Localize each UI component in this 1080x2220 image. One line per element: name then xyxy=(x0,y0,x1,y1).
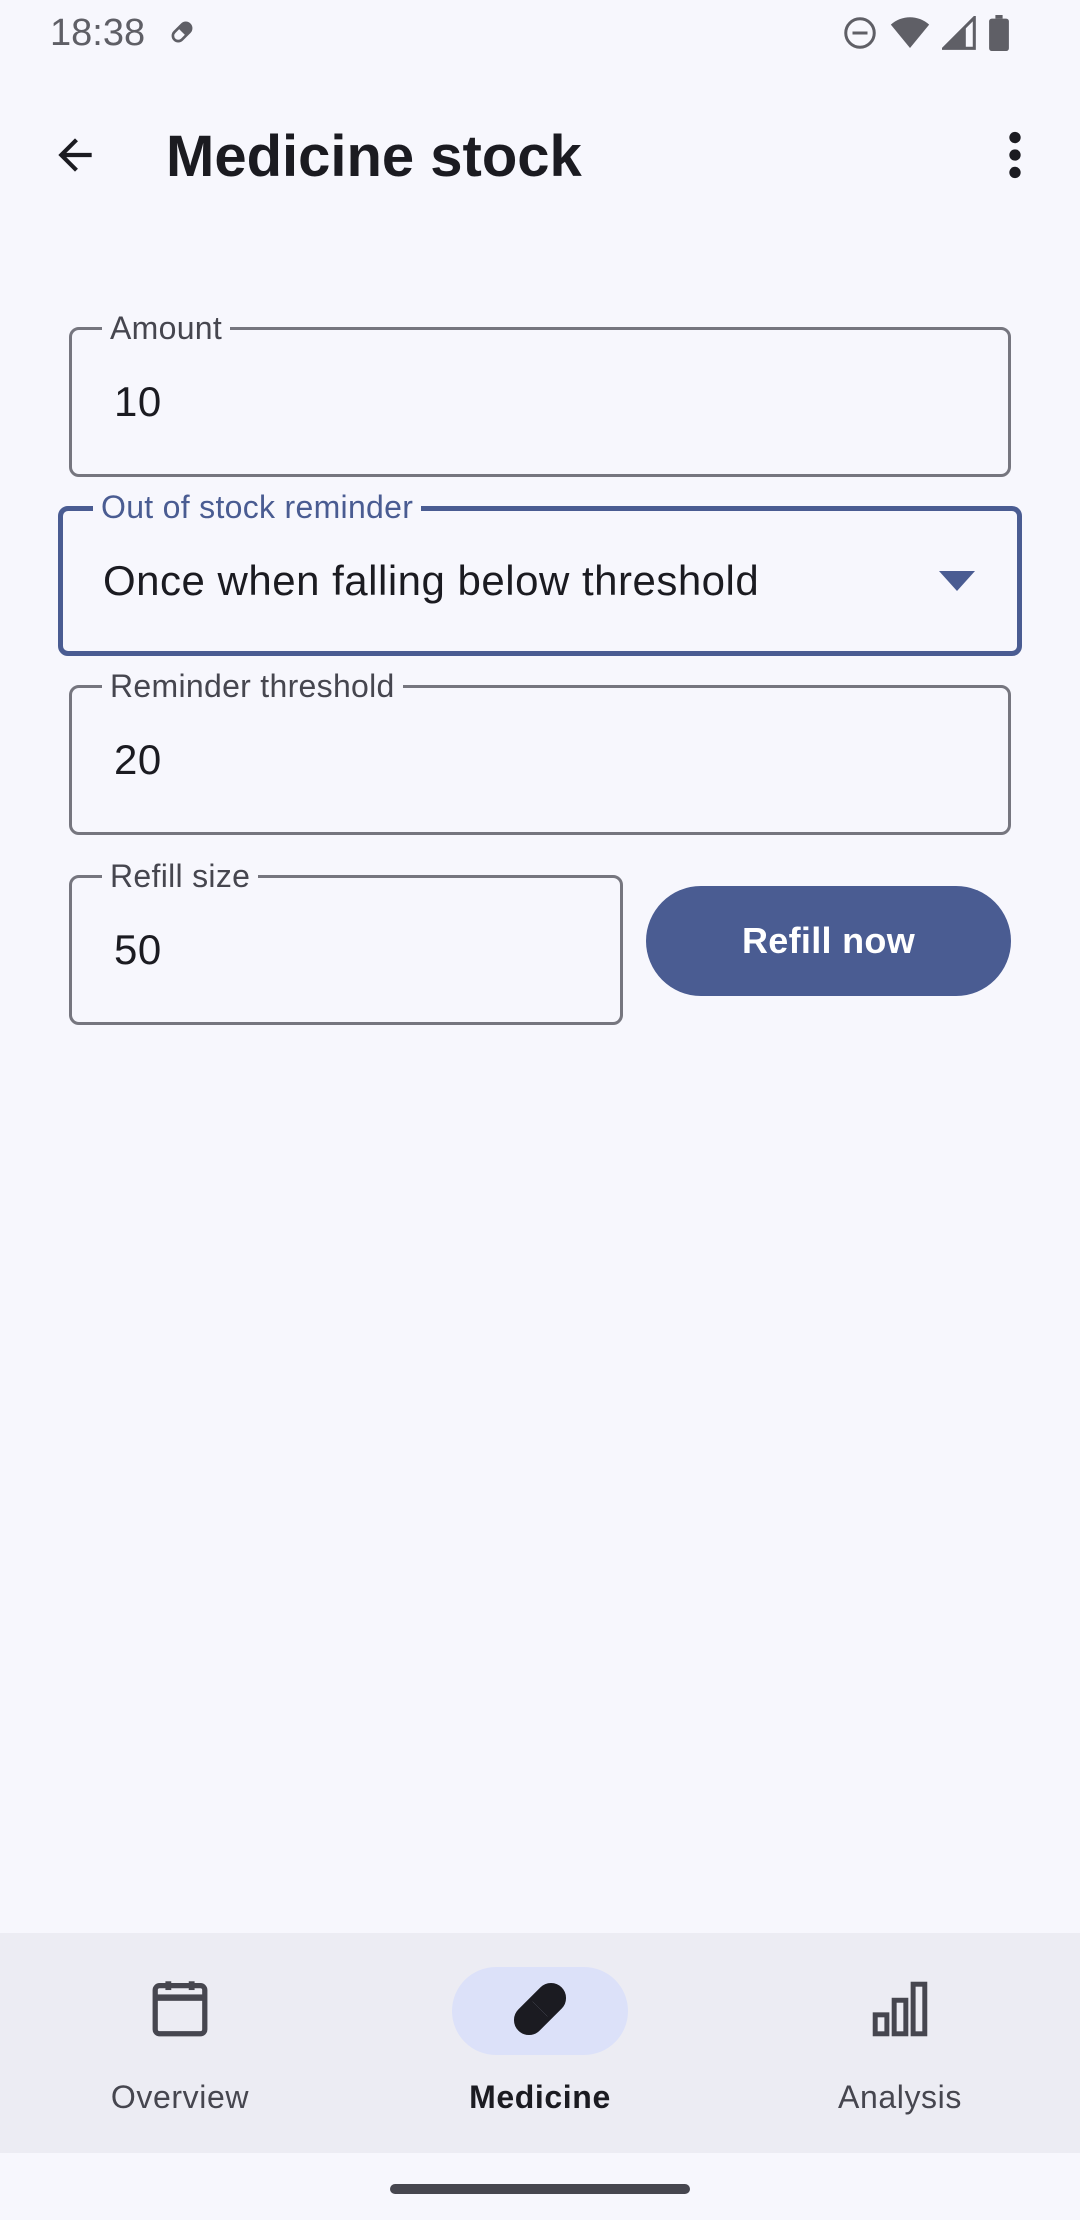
amount-value: 10 xyxy=(114,378,162,425)
nav-label-medicine: Medicine xyxy=(469,2079,611,2115)
amount-label: Amount xyxy=(102,308,231,348)
threshold-label: Reminder threshold xyxy=(102,666,403,706)
nav-indicator-active xyxy=(452,1967,628,2055)
cellular-signal-icon xyxy=(942,16,976,50)
bar-chart-icon xyxy=(865,1974,935,2049)
pill-icon xyxy=(506,1975,574,2048)
status-time: 18:38 xyxy=(50,12,146,54)
back-button[interactable] xyxy=(38,120,112,194)
overflow-menu-button[interactable] xyxy=(978,120,1052,194)
amount-field[interactable]: Amount 10 xyxy=(69,308,1011,477)
arrow-drop-down-icon xyxy=(939,571,975,591)
screen: 18:38 Medicine stock Amount 10 Out of st… xyxy=(0,0,1080,2220)
nav-indicator xyxy=(92,1967,268,2055)
arrow-back-icon xyxy=(50,130,100,185)
threshold-value: 20 xyxy=(114,736,162,783)
bottom-navigation: Overview Medicine Analysis xyxy=(0,1933,1080,2153)
top-app-bar: Medicine stock xyxy=(0,92,1080,220)
refill-size-value: 50 xyxy=(114,926,162,973)
status-bar: 18:38 xyxy=(0,0,1080,66)
reminder-label: Out of stock reminder xyxy=(93,487,422,527)
nav-item-medicine[interactable]: Medicine xyxy=(360,1933,720,2153)
nav-indicator xyxy=(812,1967,988,2055)
out-of-stock-reminder-dropdown[interactable]: Out of stock reminder Once when falling … xyxy=(58,487,1022,656)
wifi-icon xyxy=(890,16,930,50)
reminder-threshold-field[interactable]: Reminder threshold 20 xyxy=(69,666,1011,835)
do-not-disturb-icon xyxy=(842,15,878,51)
battery-icon xyxy=(988,15,1010,51)
nav-label-overview: Overview xyxy=(110,2079,250,2115)
calendar-icon xyxy=(145,1974,215,2049)
more-vert-icon xyxy=(1008,131,1022,184)
page-title: Medicine stock xyxy=(166,124,582,189)
pill-notification-icon xyxy=(166,16,198,48)
refill-size-label: Refill size xyxy=(102,856,259,896)
gesture-handle[interactable] xyxy=(390,2184,690,2194)
nav-item-analysis[interactable]: Analysis xyxy=(720,1933,1080,2153)
status-icons xyxy=(842,14,1010,52)
nav-item-overview[interactable]: Overview xyxy=(0,1933,360,2153)
reminder-value: Once when falling below threshold xyxy=(103,557,760,604)
refill-size-field[interactable]: Refill size 50 xyxy=(69,856,623,1025)
nav-label-analysis: Analysis xyxy=(838,2079,962,2115)
gesture-bar-area xyxy=(0,2153,1080,2220)
refill-now-button[interactable]: Refill now xyxy=(646,886,1011,996)
